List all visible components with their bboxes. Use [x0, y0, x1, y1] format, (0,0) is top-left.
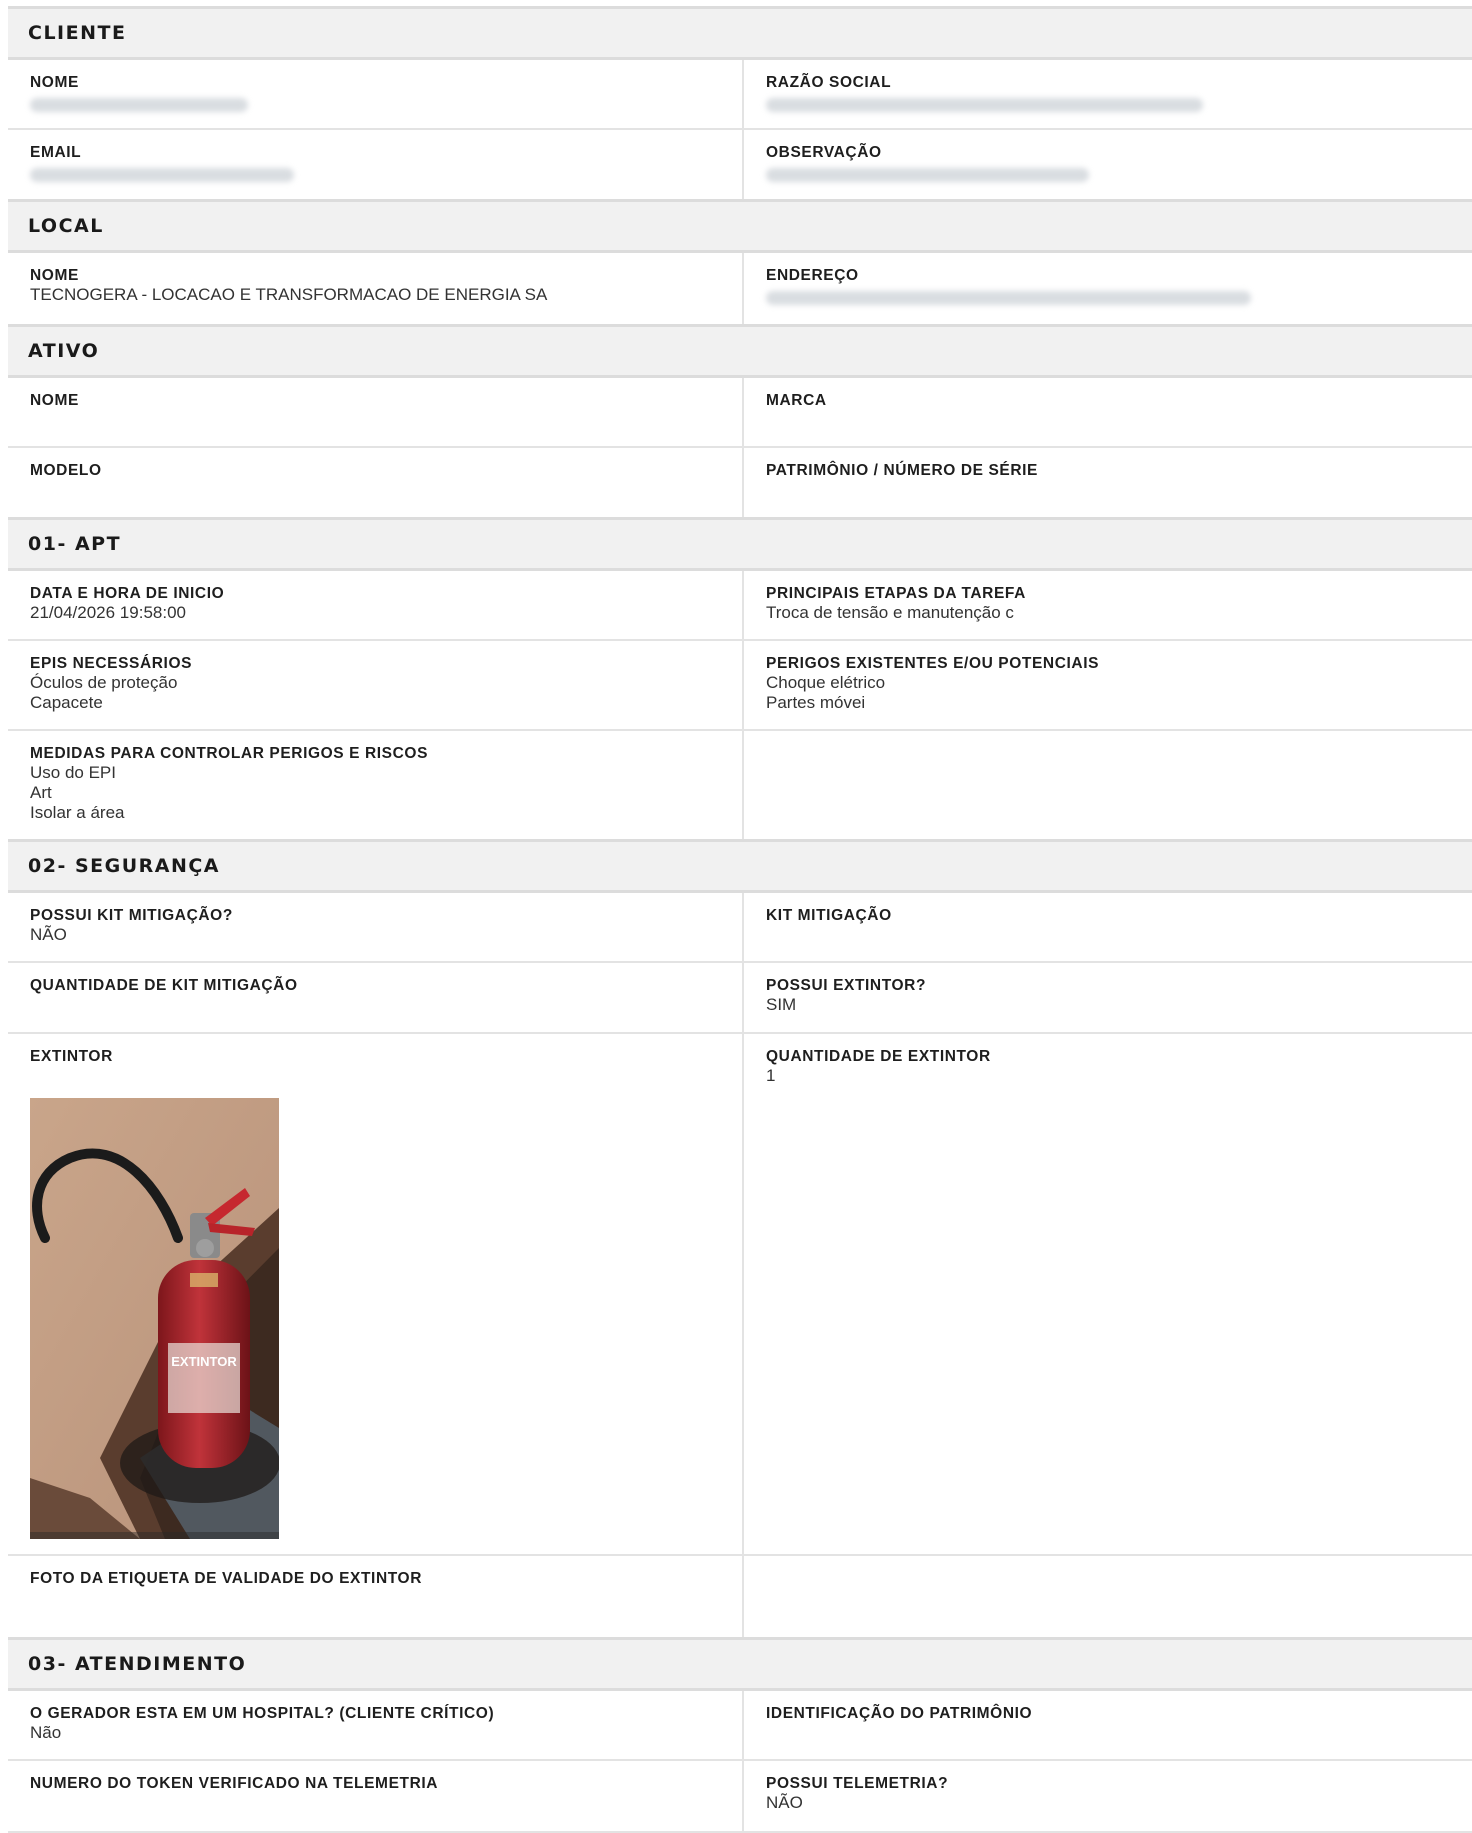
- field-local-nome: NOME TECNOGERA - LOCACAO E TRANSFORMACAO…: [8, 253, 744, 324]
- section-header-ativo: ATIVO: [8, 327, 1472, 378]
- redacted-value: [766, 168, 1089, 182]
- empty-cell: [744, 1556, 1472, 1637]
- field-medidas: MEDIDAS PARA CONTROLAR PERIGOS E RISCOS …: [8, 731, 744, 839]
- field-label: EXTINTOR: [30, 1048, 113, 1065]
- row-qtd-kit: QUANTIDADE DE KIT MITIGAÇÃO POSSUI EXTIN…: [8, 963, 1472, 1034]
- row-cliente-nome: NOME RAZÃO SOCIAL: [8, 60, 1472, 130]
- field-label: ENDEREÇO: [766, 267, 859, 284]
- field-patrimonio: PATRIMÔNIO / NÚMERO DE SÉRIE: [744, 448, 1472, 517]
- field-epis: EPIS NECESSÁRIOS Óculos de proteção Capa…: [8, 641, 744, 729]
- field-label: NOME: [30, 267, 79, 284]
- field-label: PATRIMÔNIO / NÚMERO DE SÉRIE: [766, 462, 1038, 479]
- field-label: EMAIL: [30, 144, 82, 161]
- field-label: FOTO DA ETIQUETA DE VALIDADE DO EXTINTOR: [30, 1570, 422, 1587]
- field-hospital: O GERADOR ESTA EM UM HOSPITAL? (CLIENTE …: [8, 1691, 744, 1759]
- row-cliente-email: EMAIL OBSERVAÇÃO: [8, 130, 1472, 202]
- section-header-atendimento: 03- ATENDIMENTO: [8, 1640, 1472, 1691]
- field-label: QUANTIDADE DE KIT MITIGAÇÃO: [30, 977, 298, 994]
- field-value: SIM: [766, 995, 797, 1014]
- field-label: PRINCIPAIS ETAPAS DA TAREFA: [766, 585, 1026, 602]
- field-token: NUMERO DO TOKEN VERIFICADO NA TELEMETRIA: [8, 1761, 744, 1831]
- field-email: EMAIL: [8, 130, 744, 199]
- field-perigos: PERIGOS EXISTENTES E/OU POTENCIAIS Choqu…: [744, 641, 1472, 729]
- field-label: RAZÃO SOCIAL: [766, 74, 892, 91]
- row-foto-etiqueta: FOTO DA ETIQUETA DE VALIDADE DO EXTINTOR: [8, 1556, 1472, 1640]
- field-kit-mitigacao: KIT MITIGAÇÃO: [744, 893, 1472, 961]
- field-possui-telemetria: POSSUI TELEMETRIA? NÃO: [744, 1761, 1472, 1831]
- field-value: Óculos de proteção Capacete: [30, 673, 178, 712]
- field-value: Choque elétrico Partes móvei: [766, 673, 886, 712]
- field-marca: MARCA: [744, 378, 1472, 446]
- row-apt-epis: EPIS NECESSÁRIOS Óculos de proteção Capa…: [8, 641, 1472, 731]
- field-label: QUANTIDADE DE EXTINTOR: [766, 1048, 991, 1065]
- section-header-apt: 01- APT: [8, 520, 1472, 571]
- field-label: MODELO: [30, 462, 102, 479]
- photo-label: EXTINTOR: [171, 1354, 237, 1369]
- field-ativo-nome: NOME: [8, 378, 744, 446]
- row-ativo-nome: NOME MARCA: [8, 378, 1472, 448]
- field-label: NOME: [30, 392, 79, 409]
- field-extintor: EXTINTOR EXTINTOR: [8, 1034, 744, 1554]
- field-value: Não: [30, 1723, 62, 1742]
- field-value: NÃO: [766, 1793, 803, 1812]
- row-kit: POSSUI KIT MITIGAÇÃO? NÃO KIT MITIGAÇÃO: [8, 893, 1472, 963]
- field-label: IDENTIFICAÇÃO DO PATRIMÔNIO: [766, 1705, 1033, 1722]
- field-label: O GERADOR ESTA EM UM HOSPITAL? (CLIENTE …: [30, 1705, 495, 1722]
- report-document: CLIENTE NOME RAZÃO SOCIAL EMAIL OBSERVAÇ…: [8, 6, 1472, 1833]
- row-hospital: O GERADOR ESTA EM UM HOSPITAL? (CLIENTE …: [8, 1691, 1472, 1761]
- redacted-value: [30, 98, 248, 112]
- row-apt-medidas: MEDIDAS PARA CONTROLAR PERIGOS E RISCOS …: [8, 731, 1472, 842]
- field-label: KIT MITIGAÇÃO: [766, 907, 892, 924]
- row-ativo-modelo: MODELO PATRIMÔNIO / NÚMERO DE SÉRIE: [8, 448, 1472, 520]
- field-label: PERIGOS EXISTENTES E/OU POTENCIAIS: [766, 655, 1100, 672]
- field-label: NOME: [30, 74, 79, 91]
- row-apt-data: DATA E HORA DE INICIO 21/04/2026 19:58:0…: [8, 571, 1472, 641]
- field-value: Troca de tensão e manutenção c: [766, 603, 1014, 622]
- field-label: MEDIDAS PARA CONTROLAR PERIGOS E RISCOS: [30, 745, 429, 762]
- section-header-local: LOCAL: [8, 202, 1472, 253]
- field-label: OBSERVAÇÃO: [766, 144, 882, 161]
- redacted-value: [766, 98, 1203, 112]
- field-label: DATA E HORA DE INICIO: [30, 585, 225, 602]
- row-local: NOME TECNOGERA - LOCACAO E TRANSFORMACAO…: [8, 253, 1472, 327]
- section-header-cliente: CLIENTE: [8, 9, 1472, 60]
- redacted-value: [30, 168, 294, 182]
- row-extintor: EXTINTOR EXTINTOR QUANTIDADE DE EXTINTOR…: [8, 1034, 1472, 1556]
- field-identificacao-patrimonio: IDENTIFICAÇÃO DO PATRIMÔNIO: [744, 1691, 1472, 1759]
- field-value: 21/04/2026 19:58:00: [30, 603, 186, 622]
- field-label: POSSUI EXTINTOR?: [766, 977, 927, 994]
- field-label: POSSUI TELEMETRIA?: [766, 1775, 949, 1792]
- field-value: NÃO: [30, 925, 67, 944]
- field-label: NUMERO DO TOKEN VERIFICADO NA TELEMETRIA: [30, 1775, 439, 1792]
- field-value: TECNOGERA - LOCACAO E TRANSFORMACAO DE E…: [30, 285, 548, 304]
- field-foto-etiqueta: FOTO DA ETIQUETA DE VALIDADE DO EXTINTOR: [8, 1556, 744, 1637]
- field-label: MARCA: [766, 392, 827, 409]
- field-cliente-nome: NOME: [8, 60, 744, 128]
- field-qtd-kit: QUANTIDADE DE KIT MITIGAÇÃO: [8, 963, 744, 1032]
- field-endereco: ENDEREÇO: [744, 253, 1472, 324]
- field-possui-kit: POSSUI KIT MITIGAÇÃO? NÃO: [8, 893, 744, 961]
- field-data-hora-inicio: DATA E HORA DE INICIO 21/04/2026 19:58:0…: [8, 571, 744, 639]
- extinguisher-photo[interactable]: EXTINTOR: [30, 1098, 279, 1539]
- section-header-seguranca: 02- SEGURANÇA: [8, 842, 1472, 893]
- row-telemetria: NUMERO DO TOKEN VERIFICADO NA TELEMETRIA…: [8, 1761, 1472, 1833]
- empty-cell: [744, 731, 1472, 839]
- redacted-value: [766, 291, 1251, 305]
- extinguisher-photo-image: EXTINTOR: [30, 1098, 279, 1539]
- field-razao-social: RAZÃO SOCIAL: [744, 60, 1472, 128]
- field-possui-extintor: POSSUI EXTINTOR? SIM: [744, 963, 1472, 1032]
- field-principais-etapas: PRINCIPAIS ETAPAS DA TAREFA Troca de ten…: [744, 571, 1472, 639]
- field-modelo: MODELO: [8, 448, 744, 517]
- field-observacao: OBSERVAÇÃO: [744, 130, 1472, 199]
- photo-timestamp-bar: [30, 1532, 279, 1539]
- field-label: EPIS NECESSÁRIOS: [30, 655, 193, 672]
- field-value: 1: [766, 1066, 776, 1085]
- field-qtd-extintor: QUANTIDADE DE EXTINTOR 1: [744, 1034, 1472, 1554]
- field-value: Uso do EPI Art Isolar a área: [30, 763, 125, 822]
- field-label: POSSUI KIT MITIGAÇÃO?: [30, 907, 233, 924]
